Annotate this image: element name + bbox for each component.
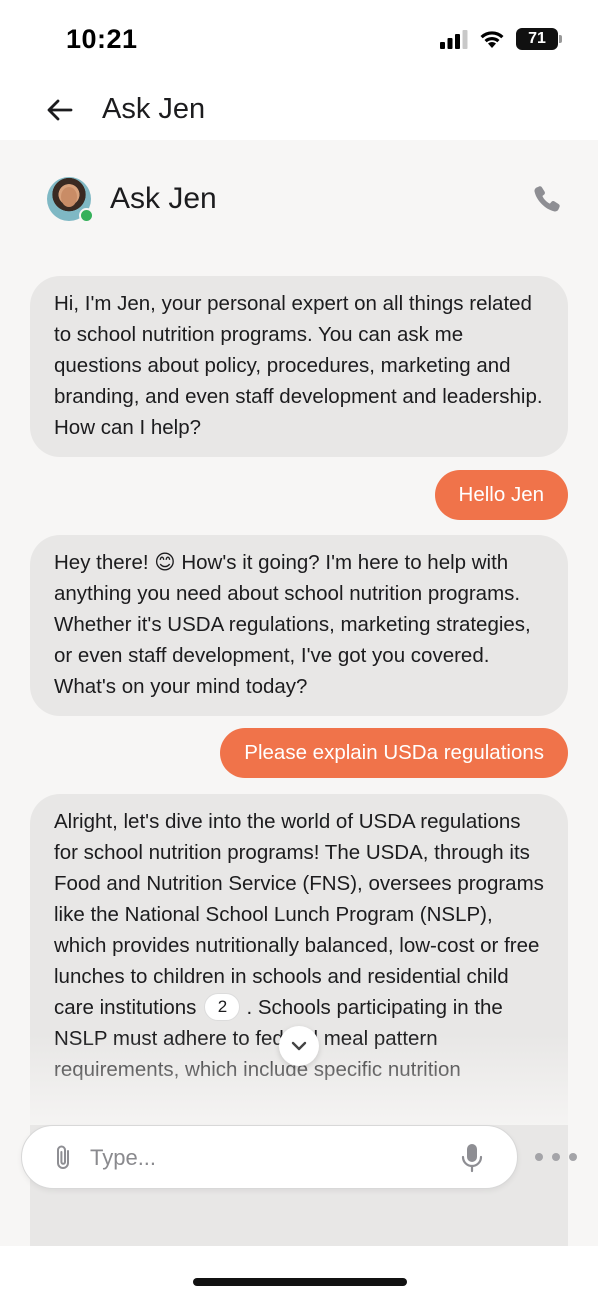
bot-message: Hi, I'm Jen, your personal expert on all… xyxy=(30,276,568,457)
wifi-icon xyxy=(480,31,504,48)
agent-name: Ask Jen xyxy=(110,182,217,215)
status-time: 10:21 xyxy=(66,24,138,54)
message-input[interactable] xyxy=(90,1138,450,1178)
chat-header: Ask Jen xyxy=(0,140,598,258)
avatar[interactable] xyxy=(47,177,94,223)
cellular-signal-icon xyxy=(440,30,468,49)
message-text: Hey there! 😊 How's it going? I'm here to… xyxy=(54,551,531,698)
user-message: Hello Jen xyxy=(434,470,568,520)
back-button[interactable] xyxy=(40,90,80,130)
chat-area[interactable]: Ask Jen Hi, I'm Jen, your personal exper… xyxy=(0,140,598,1246)
battery-level: 71 xyxy=(528,30,546,47)
home-indicator xyxy=(193,1278,407,1286)
avatar-face xyxy=(61,187,77,207)
call-button[interactable] xyxy=(532,184,566,218)
message-text: Hi, I'm Jen, your personal expert on all… xyxy=(54,292,543,439)
more-dot xyxy=(535,1153,543,1161)
message-text: Alright, let's dive into the world of US… xyxy=(54,810,544,1019)
online-status-indicator xyxy=(79,208,94,223)
scroll-to-bottom-button[interactable] xyxy=(279,1026,319,1066)
citation-chip[interactable]: 2 xyxy=(204,993,241,1021)
message-text: Hello Jen xyxy=(458,483,544,506)
more-dot xyxy=(552,1153,560,1161)
paperclip-icon xyxy=(57,1145,69,1169)
bot-message: Hey there! 😊 How's it going? I'm here to… xyxy=(30,535,568,716)
more-options-button[interactable] xyxy=(535,1145,577,1169)
microphone-icon xyxy=(461,1144,483,1173)
status-icons: 71 xyxy=(440,28,562,50)
phone-icon xyxy=(534,186,560,212)
screen: 10:21 71 Ask Jen Ask Jen Hi, I'm Jen, yo… xyxy=(0,0,598,1300)
status-bar: 10:21 71 xyxy=(0,0,598,80)
battery-indicator: 71 xyxy=(516,28,562,50)
arrow-left-icon xyxy=(47,99,73,121)
user-message: Please explain USDa regulations xyxy=(220,728,568,778)
more-dot xyxy=(569,1153,577,1161)
message-text: Please explain USDa regulations xyxy=(244,741,544,764)
microphone-button[interactable] xyxy=(461,1143,483,1173)
nav-header: Ask Jen xyxy=(0,80,598,140)
attach-button[interactable] xyxy=(52,1144,76,1172)
message-composer xyxy=(21,1125,518,1189)
chevron-down-icon xyxy=(291,1041,307,1051)
page-title: Ask Jen xyxy=(102,93,206,125)
